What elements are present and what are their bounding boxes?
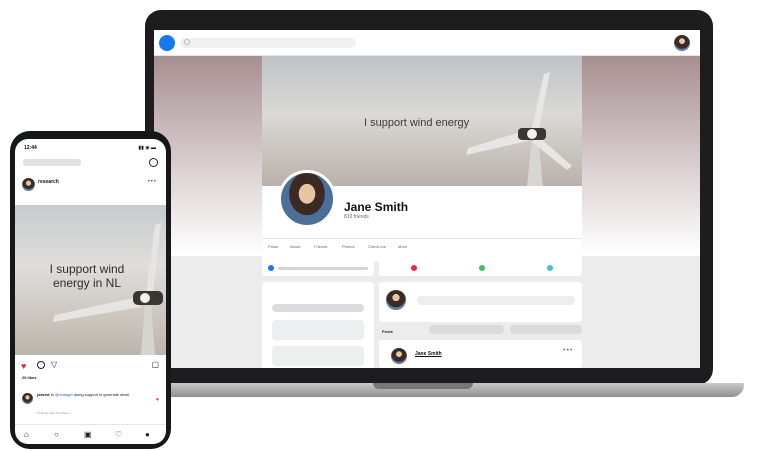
profile-name: Jane Smith (344, 200, 409, 214)
reels-icon[interactable]: ▣ (84, 430, 92, 439)
details-bar (272, 304, 364, 312)
comment-avatar (22, 393, 33, 404)
top-navigation-bar (154, 30, 700, 56)
intro-bar (278, 267, 368, 270)
post-caption: jsaved In @orangef doing support in groe… (37, 392, 143, 397)
laptop-notch (373, 383, 473, 389)
search-icon (184, 39, 190, 45)
status-time: 12:44 (24, 145, 37, 151)
search-icon[interactable]: ○ (54, 430, 59, 439)
composer-avatar (386, 290, 406, 310)
more-options-icon[interactable]: ••• (563, 347, 573, 354)
post-avatar[interactable] (22, 178, 35, 191)
composer-card (379, 282, 582, 322)
profile-tabs: Posts About Friends Photos Check-ins Mor… (262, 238, 582, 254)
friends-count[interactable]: 810 friends (344, 214, 369, 220)
facebook-logo-icon[interactable] (159, 35, 175, 51)
manage-posts-button[interactable] (510, 325, 582, 334)
cover-photo: I support wind energy (262, 56, 582, 186)
facebook-profile-page: I support wind energy Jane Smith 810 fri… (154, 30, 700, 368)
bookmark-icon[interactable]: ▢ (151, 360, 159, 369)
tab-photos[interactable]: Photos (342, 244, 354, 249)
post-avatar (391, 348, 407, 364)
status-icons: ▮▮ ◉ ▬ (138, 145, 156, 151)
tab-check-ins[interactable]: Check-ins (368, 244, 386, 249)
comment-icon[interactable] (37, 361, 45, 369)
account-avatar[interactable] (674, 35, 690, 51)
blue-dot-icon (268, 265, 274, 271)
share-icon[interactable]: ▽ (51, 360, 57, 369)
caption-username[interactable]: jsaved (37, 392, 49, 397)
post-author[interactable]: Jane Smith (415, 351, 442, 357)
comment-heart-icon[interactable]: ♥ (156, 397, 159, 403)
search-input[interactable] (180, 38, 356, 48)
details-card (262, 282, 374, 368)
tab-friends[interactable]: Friends (314, 244, 327, 249)
post-image-text: I support wind energy in NL (49, 262, 125, 290)
search-bar[interactable] (23, 159, 81, 166)
caption-mention[interactable]: @orangef (55, 392, 73, 397)
cover-text: I support wind energy (364, 117, 470, 129)
posts-heading: Posts (382, 329, 393, 334)
profile-icon[interactable]: ● (145, 430, 150, 439)
caption-text: doing support in groenste sexel (72, 392, 130, 397)
tab-more[interactable]: More (398, 244, 407, 249)
heart-icon[interactable]: ♡ (115, 430, 122, 439)
bottom-tab-bar: ⌂ ○ ▣ ♡ ● (15, 424, 166, 444)
instagram-post-screen: 12:44 ▮▮ ◉ ▬ research ••• I support wind… (15, 139, 166, 444)
likes-count[interactable]: 29 likes (22, 375, 36, 380)
more-options-icon[interactable]: ••• (148, 179, 157, 185)
filter-button[interactable] (429, 325, 504, 334)
profile-picture[interactable] (278, 170, 336, 228)
post-card: Jane Smith ••• (379, 340, 582, 368)
location-icon[interactable] (547, 265, 553, 271)
messenger-icon[interactable] (149, 158, 158, 167)
composer-input[interactable] (417, 296, 575, 305)
live-video-icon[interactable] (411, 265, 417, 271)
tab-about[interactable]: About (290, 244, 300, 249)
photo-icon[interactable] (479, 265, 485, 271)
intro-card (262, 260, 374, 276)
tab-posts[interactable]: Posts (268, 244, 278, 249)
media-actions-card (379, 260, 582, 276)
details-block (272, 320, 364, 340)
details-block (272, 346, 364, 366)
post-username[interactable]: research (38, 179, 59, 185)
home-icon[interactable]: ⌂ (24, 430, 29, 439)
post-image[interactable]: I support wind energy in NL (15, 205, 166, 355)
like-heart-icon[interactable]: ♥ (21, 361, 26, 371)
comment-actions[interactable]: 1h Reply See Translation (37, 411, 71, 415)
